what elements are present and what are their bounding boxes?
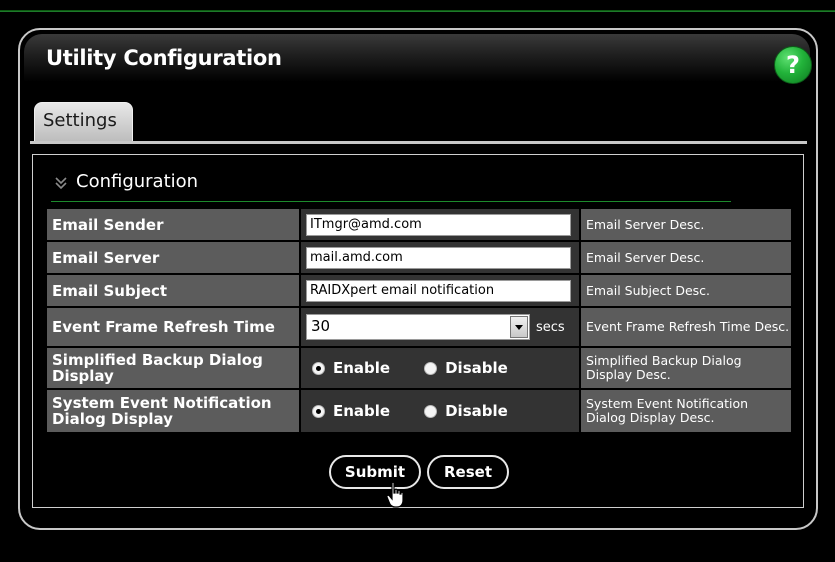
row-desc: System Event Notification Dialog Display… bbox=[581, 390, 791, 432]
top-accent-line bbox=[0, 0, 835, 11]
tab-settings[interactable]: Settings bbox=[34, 102, 133, 141]
hand-pointer-icon bbox=[386, 481, 404, 508]
event-dialog-radio-group: Enable Disable bbox=[306, 402, 579, 420]
submit-button[interactable]: Submit bbox=[329, 455, 421, 489]
row-label: Simplified Backup Dialog Display bbox=[47, 348, 301, 388]
refresh-time-value: 30 bbox=[311, 317, 331, 335]
backup-dialog-radio-group: Enable Disable bbox=[306, 359, 579, 377]
reset-button[interactable]: Reset bbox=[427, 455, 509, 489]
radio-label: Disable bbox=[445, 402, 508, 420]
tab-underline bbox=[30, 141, 807, 144]
table-row: Email Server mail.amd.com Email Server D… bbox=[47, 242, 791, 273]
email-sender-input[interactable]: ITmgr@amd.com bbox=[306, 213, 571, 236]
event-disable-radio[interactable] bbox=[424, 404, 438, 418]
row-desc: Email Subject Desc. bbox=[581, 275, 791, 306]
help-icon[interactable]: ? bbox=[774, 46, 812, 84]
page-title: Utility Configuration bbox=[46, 46, 282, 70]
row-desc: Email Server Desc. bbox=[581, 209, 791, 240]
email-subject-input[interactable]: RAIDXpert email notification bbox=[306, 279, 571, 302]
section-header: Configuration bbox=[51, 171, 731, 202]
unit-label: secs bbox=[536, 319, 565, 335]
table-row: System Event Notification Dialog Display… bbox=[47, 390, 791, 432]
backup-enable-radio[interactable] bbox=[312, 361, 325, 375]
chevron-double-down-icon bbox=[55, 177, 67, 190]
table-row: Email Sender ITmgr@amd.com Email Server … bbox=[47, 209, 791, 240]
row-desc: Email Server Desc. bbox=[581, 242, 791, 273]
row-desc: Event Frame Refresh Time Desc. bbox=[581, 308, 791, 346]
row-label: Email Subject bbox=[47, 275, 301, 306]
radio-label: Disable bbox=[445, 359, 508, 377]
row-label: Event Frame Refresh Time bbox=[47, 308, 301, 346]
email-server-input[interactable]: mail.amd.com bbox=[306, 246, 571, 269]
utility-configuration-panel: Utility Configuration ? Settings Configu… bbox=[18, 28, 818, 530]
row-label: Email Server bbox=[47, 242, 301, 273]
event-enable-radio[interactable] bbox=[312, 404, 325, 418]
row-desc: Simplified Backup Dialog Display Desc. bbox=[581, 348, 791, 388]
section-title: Configuration bbox=[76, 171, 199, 192]
configuration-content: Configuration Email Sender ITmgr@amd.com… bbox=[32, 154, 804, 508]
backup-disable-radio[interactable] bbox=[424, 361, 438, 375]
row-label: Email Sender bbox=[47, 209, 301, 240]
radio-label: Enable bbox=[333, 359, 391, 377]
table-row: Event Frame Refresh Time 30 secs Event F… bbox=[47, 308, 791, 346]
table-row: Simplified Backup Dialog Display Enable … bbox=[47, 348, 791, 388]
configuration-table: Email Sender ITmgr@amd.com Email Server … bbox=[47, 207, 791, 434]
table-row: Email Subject RAIDXpert email notificati… bbox=[47, 275, 791, 306]
chevron-down-icon[interactable] bbox=[510, 316, 528, 338]
row-label: System Event Notification Dialog Display bbox=[47, 390, 301, 432]
refresh-time-select[interactable]: 30 bbox=[306, 314, 530, 340]
radio-label: Enable bbox=[333, 402, 391, 420]
